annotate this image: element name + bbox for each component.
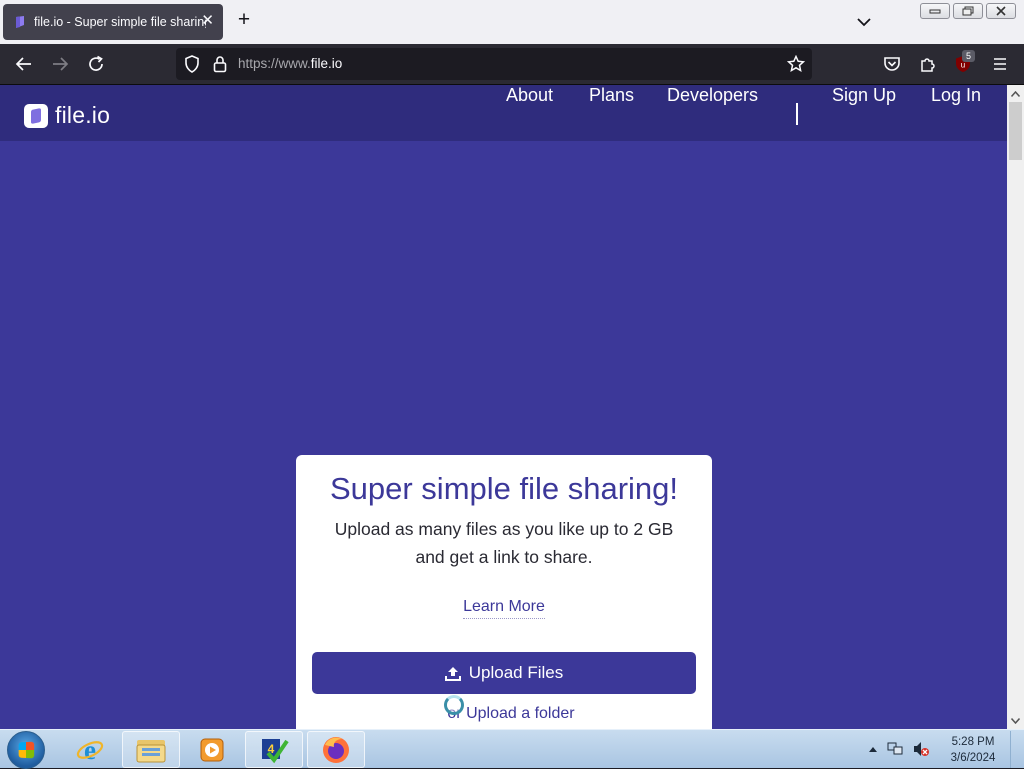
extensions-puzzle-icon[interactable] [918,54,938,74]
back-icon[interactable] [14,54,34,74]
nav-link-about[interactable]: About [506,85,553,106]
nav-link-log-in[interactable]: Log In [931,85,981,106]
minimize-icon [929,9,941,14]
taskbar-internet-explorer[interactable]: e [61,731,119,768]
learn-more-link[interactable]: Learn More [463,598,545,619]
extension-badge: 5 [962,50,975,62]
url-text[interactable]: https://www.file.io [238,56,342,71]
site-header: file.io About Plans Developers Sign Up L… [0,85,1007,141]
clock-time: 5:28 PM [951,736,995,748]
address-bar[interactable]: https://www.file.io [176,48,812,80]
windows-taskbar: e 4 5:28 PM 3/6/2024 [0,729,1024,769]
upload-folder-line: or Upload a folder [296,705,726,723]
logo-text: file.io [55,102,111,128]
nav-link-developers[interactable]: Developers [667,85,758,106]
close-window-icon [996,6,1006,16]
url-protocol: https://www. [238,56,311,71]
network-icon[interactable] [886,741,904,757]
hero-title: Super simple file sharing! [329,471,679,506]
lock-icon[interactable] [210,54,230,74]
file-io-favicon [16,16,24,28]
upload-files-label: Upload Files [468,663,564,682]
hero-tagline: Upload as many files as you like up to 2… [316,515,692,571]
internet-explorer-icon: e [76,735,104,765]
volume-muted-icon[interactable] [912,741,930,757]
upload-folder-link[interactable]: Upload a folder [466,705,575,722]
restore-button[interactable] [953,3,983,19]
upload-icon [444,667,461,681]
restore-icon [962,6,974,16]
site-logo[interactable]: file.io [24,102,110,129]
chevron-down-icon[interactable] [853,11,875,33]
nav-link-sign-up[interactable]: Sign Up [832,85,896,106]
upload-files-button[interactable]: Upload Files [312,652,696,694]
close-window-button[interactable] [986,3,1016,19]
clock-date: 3/6/2024 [950,752,996,764]
tagline-line-1: Upload as many files as you like up to 2… [334,519,674,539]
firefox-icon [323,736,349,763]
tab-file-io[interactable]: file.io - Super simple file sharing ✕ [3,4,223,40]
nav-link-plans[interactable]: Plans [589,85,634,106]
bookmark-star-icon[interactable] [786,54,806,74]
system-tray [868,738,930,760]
forward-icon[interactable] [50,54,70,74]
page-scrollbar[interactable] [1007,85,1024,729]
navigation-toolbar: https://www.file.io u [0,44,1024,85]
reload-icon[interactable] [86,54,106,74]
system-clock[interactable]: 5:28 PM 3/6/2024 [942,734,1004,766]
learn-more-wrapper: Learn More [296,598,712,619]
scroll-down-icon[interactable] [1007,712,1024,729]
logo-mark-icon [24,103,48,128]
close-icon[interactable]: ✕ [201,13,214,29]
page-viewport: file.io About Plans Developers Sign Up L… [0,85,1007,729]
pocket-icon[interactable] [882,54,902,74]
taskbar-firefox[interactable] [307,731,365,768]
window-controls [920,3,1016,19]
new-tab-button[interactable]: + [233,9,255,32]
tab-title: file.io - Super simple file sharing [34,15,206,29]
taskbar-media-player[interactable] [183,731,241,768]
start-button[interactable] [7,731,45,769]
shield-icon[interactable] [182,54,202,74]
tagline-line-2: and get a link to share. [415,547,593,567]
minimize-button[interactable] [920,3,950,19]
url-domain: file.io [310,56,343,71]
show-desktop-button[interactable] [1010,731,1024,768]
upload-card: Super simple file sharing! Upload as man… [296,455,712,729]
taskbar-task-app[interactable]: 4 [245,731,303,768]
chevron-up-icon[interactable] [868,745,878,753]
media-player-icon [200,738,224,761]
checklist-app-icon: 4 [262,738,289,763]
loading-spinner-icon [444,695,464,715]
scroll-up-icon[interactable] [1007,85,1024,102]
svg-text:e: e [84,735,96,765]
hamburger-menu-icon[interactable] [990,54,1010,74]
browser-titlebar: file.io - Super simple file sharing ✕ + [0,0,1024,44]
folder-icon [136,739,166,762]
nav-divider [796,103,798,125]
taskbar-file-explorer[interactable] [122,731,180,768]
scrollbar-thumb[interactable] [1009,102,1022,160]
